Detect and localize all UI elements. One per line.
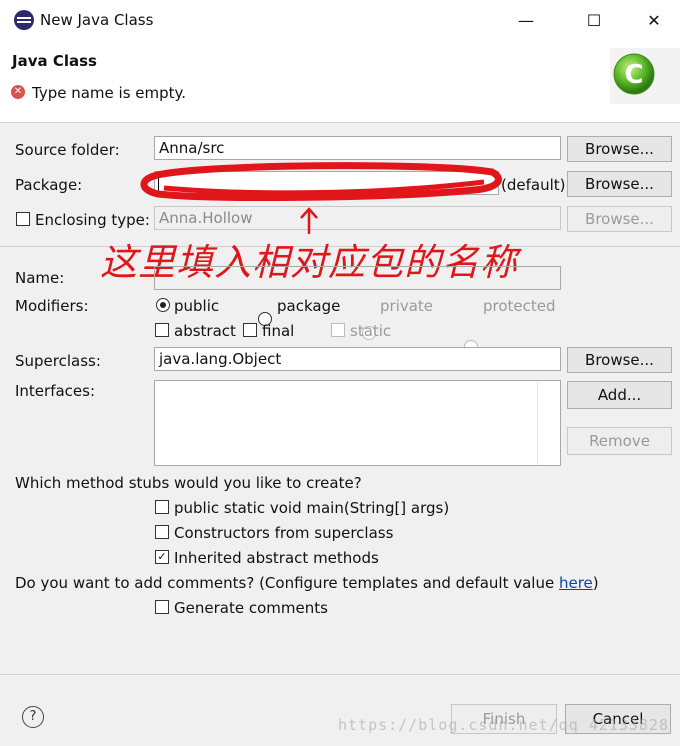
window-title: New Java Class (40, 11, 154, 29)
name-input[interactable] (154, 266, 561, 290)
modifier-abstract-checkbox[interactable] (155, 323, 169, 337)
modifier-public-radio[interactable] (156, 298, 170, 312)
stub-main-checkbox[interactable] (155, 500, 169, 514)
interfaces-label: Interfaces: (15, 382, 96, 400)
error-icon: ✕ (11, 85, 25, 99)
eclipse-icon (14, 10, 34, 30)
modifier-final-checkbox[interactable] (243, 323, 257, 337)
modifier-static-checkbox[interactable] (331, 323, 345, 337)
source-folder-input[interactable]: Anna/src (154, 136, 561, 160)
wizard-header (0, 40, 680, 123)
package-browse-button[interactable]: Browse... (567, 171, 672, 197)
comments-question: Do you want to add comments? (Configure … (15, 574, 599, 592)
close-button[interactable]: ✕ (634, 6, 674, 34)
watermark: https://blog.csdn.net/qq_42133828 (338, 716, 670, 734)
source-folder-browse-button[interactable]: Browse... (567, 136, 672, 162)
package-label: Package: (15, 176, 83, 194)
superclass-input[interactable]: java.lang.Object (154, 347, 561, 371)
enclosing-type-checkbox[interactable] (16, 212, 30, 226)
maximize-button[interactable]: ☐ (574, 6, 614, 34)
interfaces-list[interactable] (154, 380, 561, 466)
red-annotation-outline (140, 162, 502, 201)
enclosing-type-browse-button[interactable]: Browse... (567, 206, 672, 232)
modifiers-label: Modifiers: (15, 297, 89, 315)
enclosing-type-label: Enclosing type: (35, 211, 150, 229)
page-title: Java Class (12, 52, 97, 70)
java-class-logo-icon: C (610, 48, 680, 104)
stub-inherited-checkbox[interactable]: ✓ (155, 550, 169, 564)
svg-text:C: C (624, 60, 643, 90)
name-label: Name: (15, 269, 65, 287)
interfaces-remove-button[interactable]: Remove (567, 427, 672, 455)
modifier-abstract-label: abstract (174, 322, 236, 340)
interfaces-add-button[interactable]: Add... (567, 381, 672, 409)
modifier-public-label: public (174, 297, 220, 315)
stub-inherited-label: Inherited abstract methods (174, 549, 379, 567)
status-message: Type name is empty. (32, 84, 187, 102)
package-default-label: (default) (501, 176, 566, 194)
modifier-package-label: package (277, 297, 341, 315)
stub-main-label: public static void main(String[] args) (174, 499, 450, 517)
stub-constructors-label: Constructors from superclass (174, 524, 394, 542)
modifier-static-label: static (350, 322, 392, 340)
source-folder-label: Source folder: (15, 141, 120, 159)
help-icon[interactable]: ? (22, 706, 44, 728)
stubs-question: Which method stubs would you like to cre… (15, 474, 362, 492)
superclass-label: Superclass: (15, 352, 101, 370)
stub-constructors-checkbox[interactable] (155, 525, 169, 539)
modifier-private-label: private (380, 297, 434, 315)
generate-comments-checkbox[interactable] (155, 600, 169, 614)
superclass-browse-button[interactable]: Browse... (567, 347, 672, 373)
modifier-protected-label: protected (483, 297, 556, 315)
annotation-arrow-icon (300, 207, 318, 234)
generate-comments-label: Generate comments (174, 599, 328, 617)
enclosing-type-input[interactable]: Anna.Hollow (154, 206, 561, 230)
interfaces-scrollbar[interactable] (537, 381, 560, 465)
modifier-final-label: final (262, 322, 295, 340)
footer-separator (0, 674, 680, 675)
configure-templates-link[interactable]: here (559, 574, 593, 592)
minimize-button[interactable]: — (506, 6, 546, 34)
